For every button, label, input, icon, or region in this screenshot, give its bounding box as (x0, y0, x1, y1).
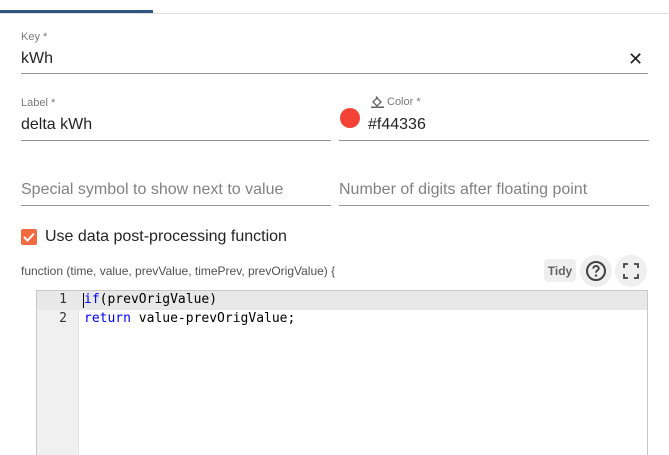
code-line[interactable]: 1 if(prevOrigValue) (37, 291, 647, 310)
color-label-wrap: Color * (371, 96, 421, 108)
label-field[interactable]: Label * delta kWh (21, 94, 331, 141)
key-field[interactable]: Key * kWh ✕ (21, 28, 648, 74)
units-placeholder[interactable]: Special symbol to show next to value (21, 181, 283, 199)
units-field[interactable]: Special symbol to show next to value (21, 168, 331, 206)
color-label: Color * (387, 96, 421, 108)
label-label: Label * (21, 97, 56, 109)
tab-strip (0, 0, 669, 14)
fullscreen-button[interactable] (615, 255, 647, 287)
code-rest: (prevOrigValue) (99, 292, 218, 307)
tidy-button[interactable]: Tidy (544, 259, 576, 282)
line-number: 1 (59, 292, 67, 307)
decimals-field[interactable]: Number of digits after floating point (339, 168, 649, 206)
text-cursor (83, 293, 84, 308)
code-text[interactable]: if(prevOrigValue) (84, 292, 217, 307)
key-label: Key * (21, 31, 48, 43)
post-processing-checkbox[interactable]: Use data post-processing function (21, 228, 287, 246)
fullscreen-icon (623, 263, 639, 279)
code-keyword: return (84, 311, 131, 326)
help-button[interactable] (580, 255, 612, 287)
post-processing-label[interactable]: Use data post-processing function (45, 228, 287, 246)
line-number: 2 (59, 311, 67, 326)
code-text[interactable]: return value-prevOrigValue; (84, 311, 295, 326)
code-editor[interactable]: 1 if(prevOrigValue) 2 return value-prevO… (36, 290, 648, 455)
key-input[interactable]: kWh (21, 50, 53, 68)
help-circle-icon (586, 261, 606, 281)
color-input[interactable]: #f44336 (368, 116, 426, 134)
checkbox-checked-icon[interactable] (21, 229, 37, 245)
code-keyword: if (84, 292, 100, 307)
code-line[interactable]: 2 return value-prevOrigValue; (37, 310, 647, 329)
data-key-settings-panel: Key * kWh ✕ Label * delta kWh Color * #f… (0, 0, 669, 455)
color-swatch[interactable] (340, 108, 360, 128)
close-icon[interactable]: ✕ (628, 50, 643, 68)
format-color-fill-icon (371, 96, 384, 108)
function-signature: function (time, value, prevValue, timePr… (21, 264, 336, 278)
color-field[interactable]: Color * #f44336 (339, 94, 649, 141)
active-tab-indicator (0, 10, 153, 13)
code-rest: value-prevOrigValue; (130, 311, 296, 326)
decimals-placeholder[interactable]: Number of digits after floating point (339, 181, 587, 199)
label-input[interactable]: delta kWh (21, 116, 92, 134)
